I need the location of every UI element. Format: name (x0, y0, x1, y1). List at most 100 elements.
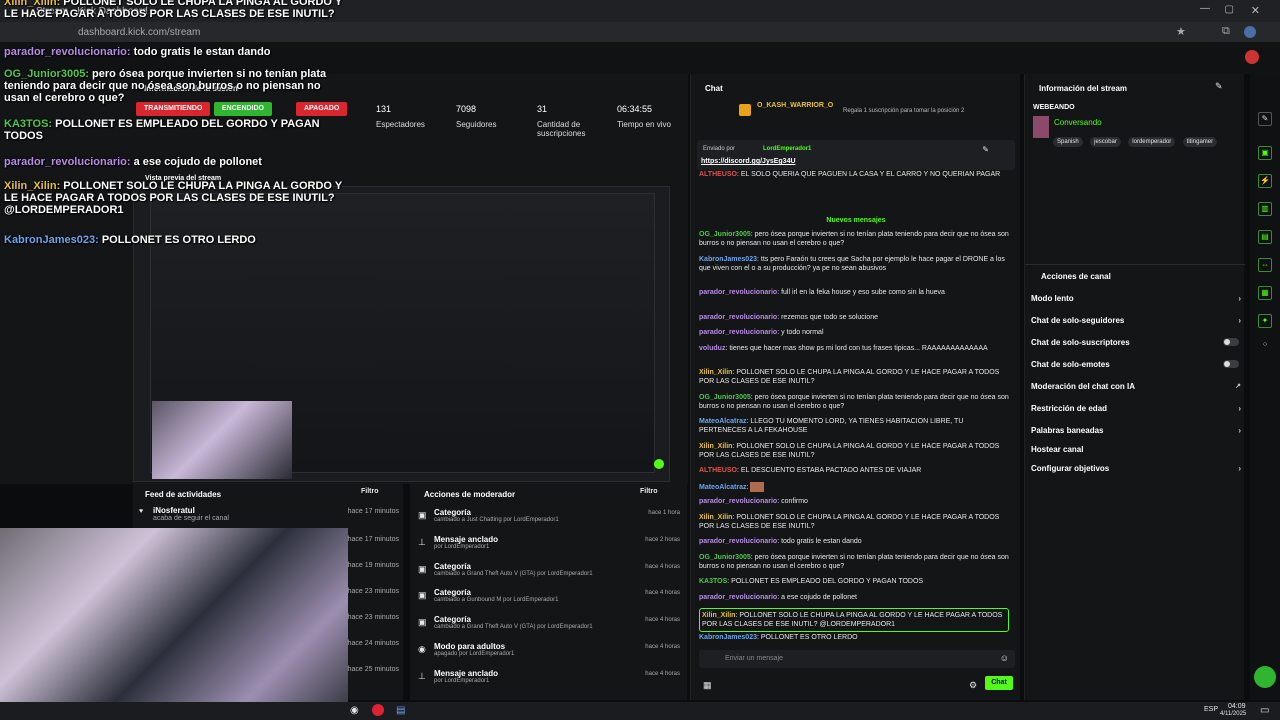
chat-username[interactable]: MateoAlcatraz (699, 483, 746, 490)
tag[interactable]: jescobar (1090, 137, 1121, 147)
gear-icon[interactable]: ⚙ (969, 680, 977, 691)
close-window-icon[interactable]: ✕ (1251, 4, 1260, 17)
chat-message[interactable]: Xilin_Xilin: POLLONET SOLO LE CHUPA LA P… (699, 442, 1009, 460)
webcam-widget-icon[interactable]: ▣ (1258, 146, 1272, 160)
mod-filter-button[interactable]: Filtro (640, 488, 658, 495)
clock-date[interactable]: 4/11/2025 (1220, 711, 1246, 717)
chat-message[interactable]: OG_Junior3005: pero ósea porque invierte… (699, 553, 1009, 571)
profile-avatar-icon[interactable] (1244, 26, 1256, 38)
chat-message[interactable]: MateoAlcatraz: (699, 481, 1009, 492)
chat-message[interactable]: Xilin_Xilin: POLLONET SOLO LE CHUPA LA P… (699, 608, 1009, 632)
chat-username[interactable]: KA3TOS (699, 578, 727, 585)
chat-widget-icon[interactable]: ▤ (1258, 230, 1272, 244)
steam-icon[interactable]: ◉ (350, 705, 359, 716)
layout-icon[interactable]: ⁘ (1258, 339, 1272, 353)
app-icon[interactable]: ▤ (396, 705, 405, 716)
chat-settings-icon[interactable]: ▦ (703, 680, 712, 691)
channel-action-item[interactable]: Moderación del chat con IA ↗ (1031, 382, 1241, 391)
toggle-switch[interactable] (1223, 360, 1239, 368)
chat-username[interactable]: Xilin_Xilin (699, 369, 732, 376)
mod-action-item[interactable]: ◉ Modo para adultos apagado por LordEmpera… (418, 642, 680, 657)
channel-action-item[interactable]: Configurar objetivos › (1031, 464, 1241, 473)
emoji-icon[interactable]: ☺ (1000, 653, 1009, 663)
chat-message[interactable]: OG_Junior3005: pero ósea porque invierte… (699, 230, 1009, 248)
chat-username[interactable]: voluduz (699, 345, 725, 352)
chat-username[interactable]: KabronJames023 (699, 256, 757, 263)
obs-icon[interactable] (372, 704, 384, 716)
chat-message[interactable]: KabronJames023: POLLONET ES OTRO LERDO (699, 633, 1009, 642)
chat-message[interactable]: parador_revolucionario: y todo normal (699, 328, 1009, 337)
chat-message[interactable]: parador_revolucionario: a ese cojudo de … (699, 593, 1009, 602)
chat-message[interactable]: parador_revolucionario: full irl en la f… (699, 288, 1009, 297)
chat-username[interactable]: Xilin_Xilin (699, 514, 732, 521)
pinned-user[interactable]: LordEmperador1 (763, 146, 811, 152)
toggle-switch[interactable] (1223, 338, 1239, 346)
channel-action-item[interactable]: Modo lento › (1031, 294, 1241, 303)
chat-username[interactable]: parador_revolucionario (699, 498, 777, 505)
chat-input[interactable]: Enviar un mensaje ☺ (699, 650, 1015, 668)
wrench-icon[interactable]: ✦ (1258, 314, 1272, 328)
edit-icon[interactable]: ✎ (1215, 81, 1223, 92)
chat-message[interactable]: parador_revolucionario: rezemos que todo… (699, 313, 1009, 322)
channel-action-item[interactable]: Chat de solo-emotes (1031, 360, 1241, 369)
stream-category[interactable]: Conversando (1054, 118, 1102, 127)
chat-message[interactable]: ALTHEUSO: EL SOLO QUERIA QUE PAGUEN LA C… (699, 170, 1009, 179)
mod-action-item[interactable]: ▣ Categoría cambiado a Grand Theft Auto V … (418, 615, 680, 630)
mod-action-item[interactable]: ▣ Categoría cambiado a Gunbound M por Lord… (418, 588, 680, 603)
channel-action-item[interactable]: Chat de solo-suscriptores (1031, 338, 1241, 347)
chat-message[interactable]: ALTHEUSO: EL DESCUENTO ESTABA PACTADO AN… (699, 466, 1009, 475)
chat-username[interactable]: parador_revolucionario (699, 314, 777, 321)
pin-icon[interactable]: ✎ (982, 145, 989, 154)
chat-username[interactable]: parador_revolucionario (699, 329, 777, 336)
chat-message[interactable]: Xilin_Xilin: POLLONET SOLO LE CHUPA LA P… (699, 513, 1009, 531)
sidebar-widget-icon[interactable]: ▦ (1258, 286, 1272, 300)
mod-action-item[interactable]: ⊥ Mensaje anclado por LordEmperador1 hace 4… (418, 669, 680, 684)
input-language[interactable]: ESP (1204, 706, 1218, 713)
chat-username[interactable]: parador_revolucionario (699, 594, 777, 601)
chat-message[interactable]: MateoAlcatraz: LLEGO TU MOMENTO LORD, YA… (699, 417, 1009, 435)
channel-action-item[interactable]: Hostear canal (1031, 445, 1241, 454)
chat-username[interactable]: Xilin_Xilin (699, 443, 732, 450)
tag[interactable]: titingamer (1182, 137, 1218, 147)
mod-action-item[interactable]: ▣ Categoría cambiado a Just Chatting por L… (418, 508, 680, 523)
user-avatar[interactable] (1245, 50, 1259, 64)
clock-time[interactable]: 04:09 (1228, 703, 1246, 710)
chat-message[interactable]: parador_revolucionario: todo gratis le e… (699, 537, 1009, 546)
help-fab-icon[interactable] (1254, 666, 1276, 688)
mod-action-item[interactable]: ▣ Categoría cambiado a Grand Theft Auto V … (418, 562, 680, 577)
stream-preview[interactable] (133, 186, 670, 482)
minimize-window-icon[interactable]: — (1200, 3, 1210, 14)
extensions-icon[interactable]: ⧉ (1222, 25, 1230, 38)
chat-message[interactable]: KA3TOS: POLLONET ES EMPLEADO DEL GORDO Y… (699, 577, 1009, 586)
chat-username[interactable]: OG_Junior3005 (699, 554, 751, 561)
chat-message[interactable]: OG_Junior3005: pero ósea porque invierte… (699, 393, 1009, 411)
stats-icon[interactable]: ▥ (1258, 202, 1272, 216)
top-gifter-user[interactable]: O_KASH_WARRIOR_O (757, 102, 833, 109)
channel-action-item[interactable]: Palabras baneadas › (1031, 426, 1241, 435)
flash-icon[interactable]: ⚡ (1258, 174, 1272, 188)
address-bar[interactable]: dashboard.kick.com/stream ★ ⧉ (0, 22, 1280, 42)
maximize-window-icon[interactable]: ▢ (1225, 4, 1234, 15)
chat-username[interactable]: Xilin_Xilin (702, 612, 735, 619)
send-chat-button[interactable]: Chat (985, 676, 1013, 690)
tag[interactable]: lordemperador (1128, 137, 1176, 147)
chat-username[interactable]: parador_revolucionario (699, 538, 777, 545)
chat-message[interactable]: KabronJames023: tts pero Faraón tu crees… (699, 255, 1009, 273)
pencil-icon[interactable]: ✎ (1258, 112, 1272, 126)
feed-item[interactable]: ♥ iNosferatuI acaba de seguir el canal hace… (139, 506, 399, 522)
notifications-icon[interactable]: ▭ (1260, 705, 1269, 716)
mod-action-item[interactable]: ⊥ Mensaje anclado por LordEmperador1 hace 2… (418, 535, 680, 550)
chat-username[interactable]: KabronJames023 (699, 634, 757, 641)
feed-filter-button[interactable]: Filtro (361, 488, 379, 495)
gift-sub-text[interactable]: Regala 1 suscripción para tomar la posic… (843, 108, 964, 114)
chat-username[interactable]: ALTHEUSO (699, 171, 737, 178)
code-icon[interactable]: ⇔ (1258, 258, 1272, 272)
chat-username[interactable]: OG_Junior3005 (699, 231, 751, 238)
chat-username[interactable]: MateoAlcatraz (699, 418, 746, 425)
chat-username[interactable]: OG_Junior3005 (699, 394, 751, 401)
url-text[interactable]: dashboard.kick.com/stream (78, 27, 200, 38)
pinned-link[interactable]: https://discord.gg/JysEg34U (701, 158, 796, 165)
chat-username[interactable]: ALTHEUSO (699, 467, 737, 474)
chat-username[interactable]: parador_revolucionario (699, 289, 777, 296)
chat-message[interactable]: parador_revolucionario: confirmo (699, 497, 1009, 506)
